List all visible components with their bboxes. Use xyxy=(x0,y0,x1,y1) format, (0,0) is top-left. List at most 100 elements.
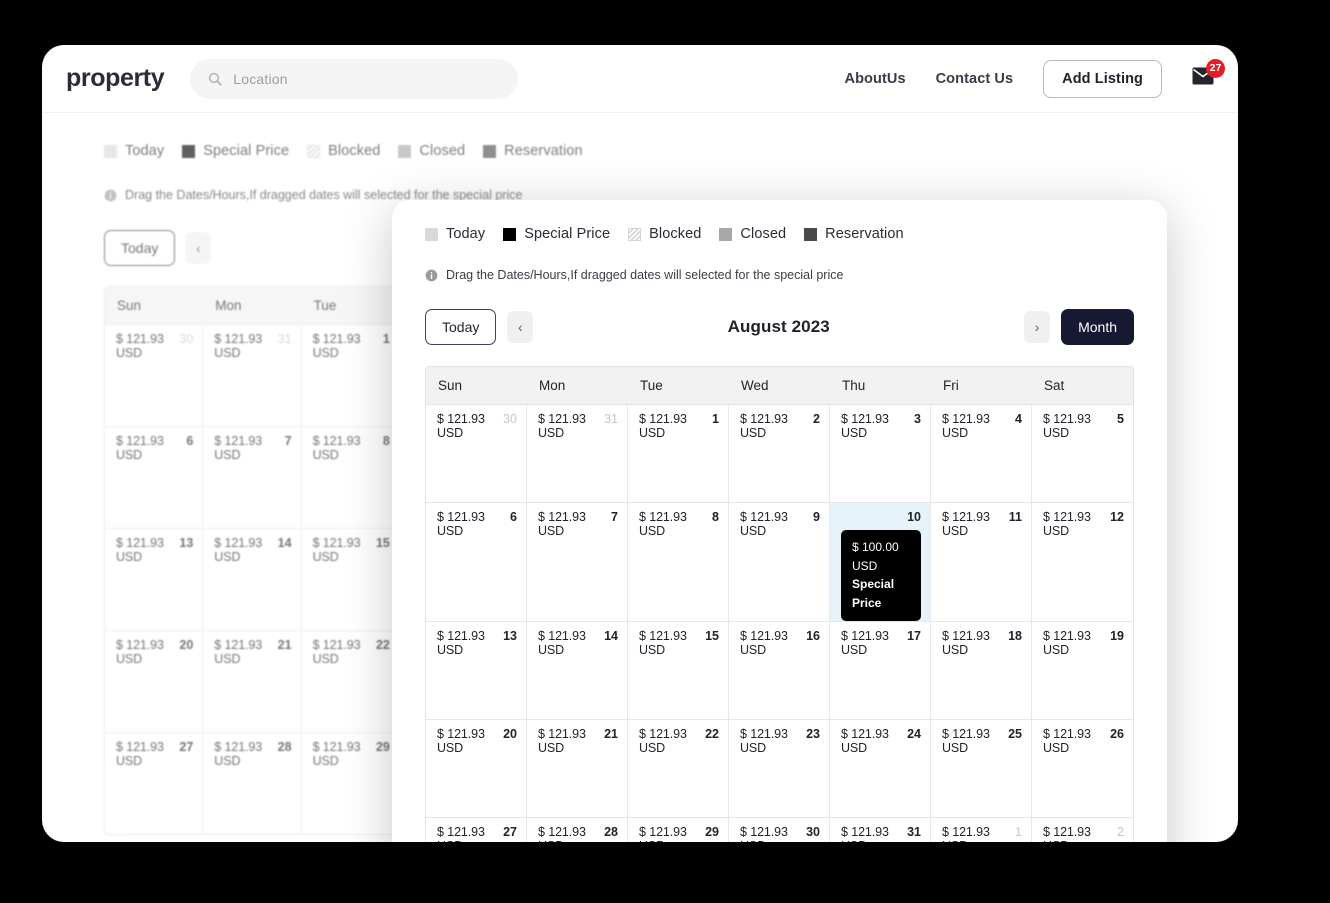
day-number: 30 xyxy=(806,825,820,840)
calendar-day-cell[interactable]: $ 121.93 USD 26 xyxy=(1032,720,1133,817)
calendar-day-cell[interactable]: $ 121.93 USD 5 xyxy=(1032,405,1133,502)
day-cell-header: $ 121.93 USD 29 xyxy=(639,825,719,842)
day-price: $ 121.93 USD xyxy=(116,638,164,666)
prev-month-button[interactable]: ‹ xyxy=(507,311,534,343)
calendar-day-cell[interactable]: $ 121.93 USD 21 xyxy=(203,631,302,732)
calendar-day-cell[interactable]: $ 121.93 USD 27 xyxy=(105,733,204,834)
day-cell-header: $ 121.93 USD 13 xyxy=(116,536,193,564)
swatch-reservation-icon xyxy=(804,227,818,241)
calendar-day-cell[interactable]: $ 121.93 USD 17 xyxy=(830,622,931,720)
calendar-day-cell[interactable]: $ 121.93 USD 2 xyxy=(1032,818,1133,842)
brand-logo[interactable]: property xyxy=(66,64,165,93)
calendar-day-cell[interactable]: $ 121.93 USD 15 xyxy=(302,529,400,630)
calendar-day-cell[interactable]: $ 121.93 USD 3 xyxy=(830,405,931,502)
day-cell-header: $ 121.93 USD 1 xyxy=(639,412,719,440)
day-number: 13 xyxy=(503,629,517,644)
calendar-day-cell[interactable]: 10 $ 100.00 USD Special Price xyxy=(830,503,931,622)
info-icon xyxy=(104,189,117,202)
search-input[interactable]: Location xyxy=(190,58,519,99)
day-price: $ 121.93 USD xyxy=(740,412,788,440)
day-number: 1 xyxy=(712,412,719,426)
add-listing-button[interactable]: Add Listing xyxy=(1043,59,1162,98)
calendar-day-cell[interactable]: $ 121.93 USD 18 xyxy=(931,622,1032,720)
day-price: $ 121.93 USD xyxy=(538,510,586,538)
calendar-toolbar-modal: Today ‹ August 2023 › Month xyxy=(425,309,1134,345)
messages-badge: 27 xyxy=(1206,58,1225,78)
calendar-day-cell[interactable]: $ 121.93 USD 22 xyxy=(628,720,729,818)
calendar-day-cell[interactable]: $ 121.93 USD 2 xyxy=(729,405,830,502)
day-price: $ 121.93 USD xyxy=(1043,629,1091,658)
calendar-week-row: $ 121.93 USD27$ 121.93 USD28$ 121.93 USD… xyxy=(426,818,1133,842)
day-cell-header: $ 121.93 USD 14 xyxy=(538,629,618,657)
calendar-day-cell[interactable]: $ 121.93 USD 6 xyxy=(426,503,527,622)
calendar-day-cell[interactable]: $ 121.93 USD 31 xyxy=(527,405,628,502)
calendar-day-cell[interactable]: $ 121.93 USD 23 xyxy=(729,720,830,818)
calendar-day-cell[interactable]: $ 121.93 USD 13 xyxy=(105,529,204,630)
calendar-day-cell[interactable]: $ 121.93 USD 11 xyxy=(931,503,1032,622)
prev-month-button-background[interactable]: ‹ xyxy=(185,232,212,264)
day-number: 20 xyxy=(503,727,517,742)
calendar-day-cell[interactable]: $ 121.93 USD 31 xyxy=(830,818,931,842)
calendar-day-cell[interactable]: $ 121.93 USD 1 xyxy=(628,405,729,502)
calendar-day-cell[interactable]: $ 121.93 USD 29 xyxy=(302,733,400,834)
day-price: $ 121.93 USD xyxy=(437,825,485,842)
nav-link-contact-us[interactable]: Contact Us xyxy=(936,71,1014,87)
day-number: 24 xyxy=(907,727,921,742)
calendar-day-cell[interactable]: $ 121.93 USD 29 xyxy=(628,818,729,842)
calendar-day-cell[interactable]: $ 121.93 USD 14 xyxy=(203,529,302,630)
calendar-day-cell[interactable]: $ 121.93 USD 20 xyxy=(426,720,527,818)
messages-button[interactable]: 27 xyxy=(1192,58,1225,91)
day-price: $ 121.93 USD xyxy=(841,825,889,842)
calendar-day-cell[interactable]: $ 121.93 USD 1 xyxy=(302,325,400,426)
day-number: 8 xyxy=(712,510,719,524)
calendar-day-cell[interactable]: $ 121.93 USD 28 xyxy=(527,818,628,842)
calendar-day-cell[interactable]: $ 121.93 USD 14 xyxy=(527,622,628,720)
nav-link-about-us[interactable]: AboutUs xyxy=(845,71,906,87)
today-button[interactable]: Today xyxy=(425,309,497,345)
calendar-day-cell[interactable]: $ 121.93 USD 1 xyxy=(931,818,1032,842)
calendar-day-cell[interactable]: $ 121.93 USD 30 xyxy=(105,325,204,426)
weekday-wed: Wed xyxy=(741,378,769,393)
day-price: $ 121.93 USD xyxy=(942,825,990,842)
day-cell-header: $ 121.93 USD 31 xyxy=(214,332,291,360)
legend-item-special-price: Special Price xyxy=(182,143,289,159)
day-price: $ 121.93 USD xyxy=(639,412,687,440)
calendar-day-cell[interactable]: $ 121.93 USD 31 xyxy=(203,325,302,426)
calendar-day-cell[interactable]: $ 121.93 USD 8 xyxy=(628,503,729,622)
day-number: 20 xyxy=(179,638,194,652)
day-price: $ 121.93 USD xyxy=(538,825,586,842)
calendar-day-cell[interactable]: $ 121.93 USD 7 xyxy=(527,503,628,622)
calendar-day-cell[interactable]: $ 121.93 USD 13 xyxy=(426,622,527,720)
day-price: $ 121.93 USD xyxy=(538,727,586,756)
calendar-day-cell[interactable]: $ 121.93 USD 25 xyxy=(931,720,1032,818)
calendar-day-cell[interactable]: $ 121.93 USD 12 xyxy=(1032,503,1133,621)
calendar-day-cell[interactable]: $ 121.93 USD 24 xyxy=(830,720,931,818)
legend-label-special-price: Special Price xyxy=(203,143,290,159)
day-price: $ 121.93 USD xyxy=(1043,727,1091,756)
calendar-day-cell[interactable]: $ 121.93 USD 16 xyxy=(729,622,830,720)
calendar-day-cell[interactable]: $ 121.93 USD 21 xyxy=(527,720,628,818)
calendar-day-cell[interactable]: $ 121.93 USD 15 xyxy=(628,622,729,720)
calendar-day-cell[interactable]: $ 121.93 USD 7 xyxy=(203,427,302,528)
calendar-day-cell[interactable]: $ 121.93 USD 30 xyxy=(426,405,527,502)
weekday-tue: Tue xyxy=(640,378,663,393)
calendar-day-cell[interactable]: $ 121.93 USD 9 xyxy=(729,503,830,622)
today-button-background[interactable]: Today xyxy=(104,230,176,266)
calendar-day-cell[interactable]: $ 121.93 USD 19 xyxy=(1032,622,1133,719)
calendar-day-cell[interactable]: $ 121.93 USD 30 xyxy=(729,818,830,842)
calendar-day-cell[interactable]: $ 121.93 USD 27 xyxy=(426,818,527,842)
special-price-chip[interactable]: $ 100.00 USD Special Price xyxy=(841,530,921,622)
day-cell-header: $ 121.93 USD 25 xyxy=(942,727,1022,755)
calendar-day-cell[interactable]: $ 121.93 USD 6 xyxy=(105,427,204,528)
legend-modal: Today Special Price Blocked Closed Reser… xyxy=(425,226,1134,242)
calendar-day-cell[interactable]: $ 121.93 USD 28 xyxy=(203,733,302,834)
day-number: 15 xyxy=(705,629,719,644)
day-price: $ 121.93 USD xyxy=(214,536,263,564)
calendar-day-cell[interactable]: $ 121.93 USD 8 xyxy=(302,427,400,528)
next-month-button[interactable]: › xyxy=(1024,311,1051,343)
calendar-day-cell[interactable]: $ 121.93 USD 4 xyxy=(931,405,1032,502)
calendar-day-cell[interactable]: $ 121.93 USD 20 xyxy=(105,631,204,732)
view-mode-month-button[interactable]: Month xyxy=(1061,309,1134,345)
calendar-day-cell[interactable]: $ 121.93 USD 22 xyxy=(302,631,400,732)
day-number: 27 xyxy=(503,825,517,840)
